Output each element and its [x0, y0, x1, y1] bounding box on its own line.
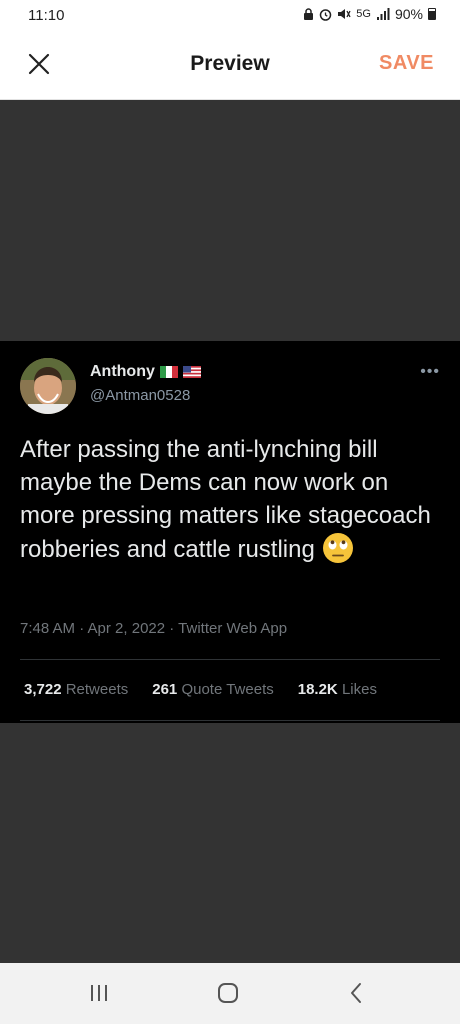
status-time: 11:10 [28, 7, 65, 24]
more-options-icon[interactable]: ••• [420, 363, 440, 381]
app-bar: Preview SAVE [0, 30, 460, 100]
display-name-text: Anthony [90, 363, 155, 380]
battery-icon [428, 8, 436, 20]
navigation-bar [0, 963, 460, 1024]
tweet-card: Anthony @Antman0528 ••• After passing th… [0, 341, 460, 723]
network-type: 5G [356, 8, 371, 20]
signal-icon [376, 8, 390, 20]
quote-tweets-label: Quote Tweets [181, 681, 274, 698]
likes-stat[interactable]: 18.2K Likes [298, 681, 377, 698]
retweets-count: 3,722 [24, 681, 62, 698]
mute-icon [338, 9, 351, 19]
tweet-text-body: After passing the anti-lynching bill may… [20, 436, 431, 563]
retweets-stat[interactable]: 3,722 Retweets [24, 681, 128, 698]
tweet-timestamp[interactable]: 7:48 AM · Apr 2, 2022 · Twitter Web App [20, 620, 287, 637]
home-icon[interactable] [213, 981, 243, 1005]
retweets-label: Retweets [65, 681, 129, 698]
divider [20, 720, 440, 721]
status-bar: 11:10 5G 90% [0, 0, 460, 30]
italy-flag-icon [159, 366, 178, 378]
tweet-text: After passing the anti-lynching bill may… [20, 433, 445, 566]
divider [20, 659, 440, 660]
lock-icon [304, 8, 314, 20]
display-name[interactable]: Anthony [90, 363, 201, 381]
status-icons: 5G 90% [303, 6, 436, 22]
avatar[interactable] [20, 358, 76, 414]
eye-roll-emoji [322, 533, 353, 563]
quote-tweets-count: 261 [152, 681, 178, 698]
recents-icon[interactable] [84, 981, 114, 1005]
alarm-icon [320, 8, 332, 21]
usa-flag-icon [182, 366, 201, 378]
likes-count: 18.2K [297, 681, 338, 698]
tweet-stats: 3,722 Retweets 261 Quote Tweets 18.2K Li… [24, 681, 377, 698]
back-icon[interactable] [342, 981, 372, 1005]
save-button[interactable]: SAVE [379, 52, 434, 75]
user-handle[interactable]: @Antman0528 [90, 387, 190, 404]
likes-label: Likes [341, 681, 377, 698]
battery-percent: 90% [394, 6, 423, 22]
quote-tweets-stat[interactable]: 261 Quote Tweets [152, 681, 273, 698]
